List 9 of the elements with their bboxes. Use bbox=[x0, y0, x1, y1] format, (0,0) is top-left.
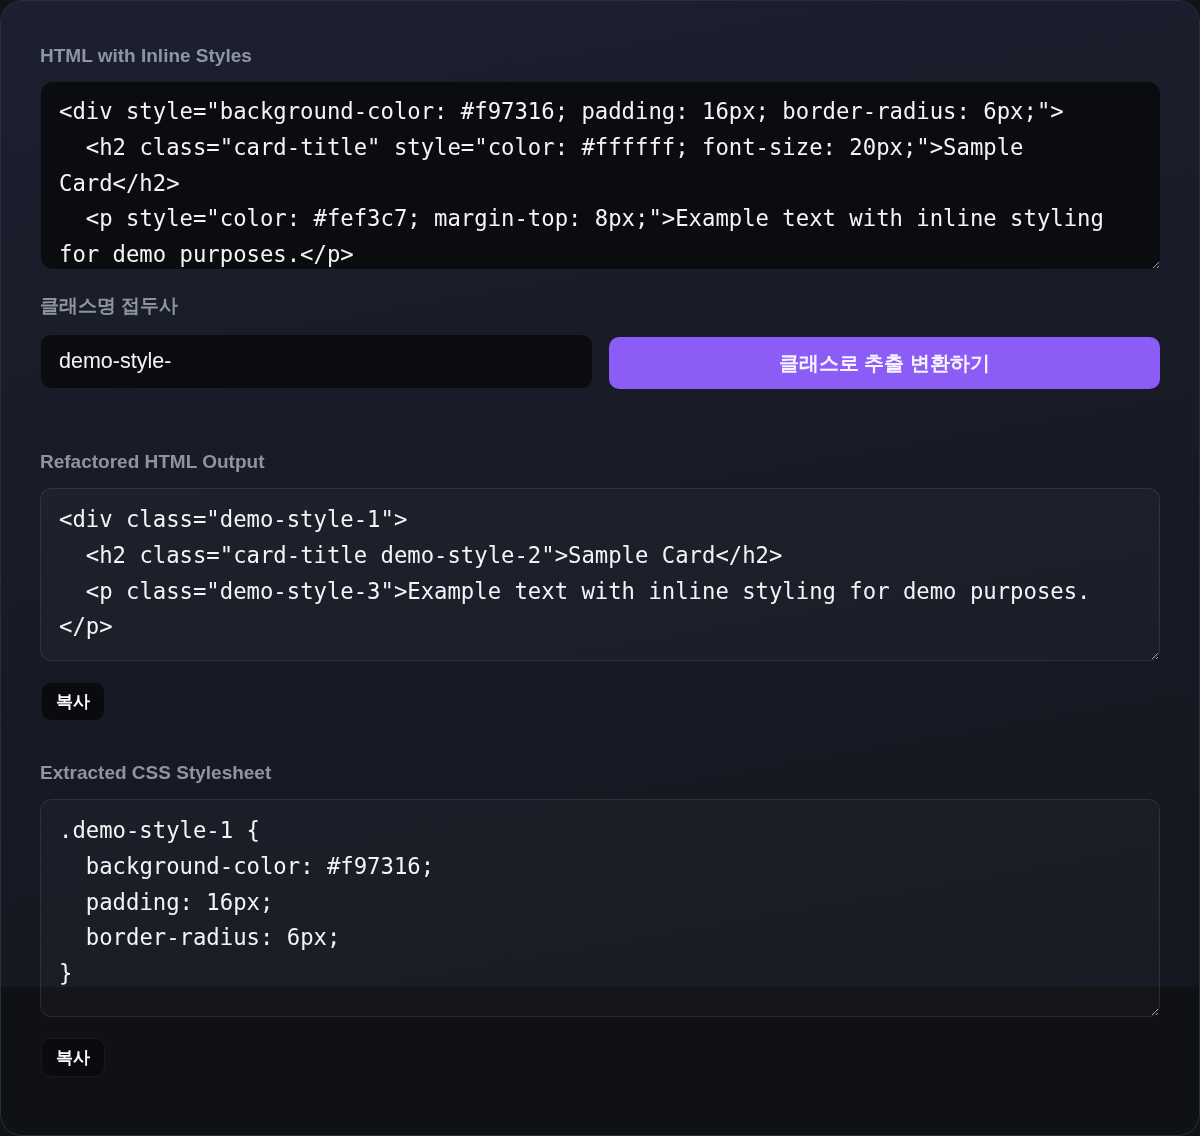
section-label: HTML with Inline Styles bbox=[40, 44, 252, 68]
convert-button[interactable]: 클래스로 추출 변환하기 bbox=[608, 337, 1160, 389]
html-input-field[interactable]: <div style="background-color: #f97316; padding: 16px; border-radius: 6px;"> <h2 class="card-title" style="color: #ffffff; font-size: 20px;">Sample Card</h2> <p style="color: #fef3c7; margin-top: 8px;">Example text with inline styling for demo purposes.</p> bbox=[41, 82, 1160, 269]
section-label: Refactored HTML Output bbox=[40, 450, 265, 474]
prefix-input-field[interactable]: demo-style- bbox=[41, 335, 592, 388]
copy-button[interactable]: 복사 bbox=[41, 682, 105, 721]
copy-button[interactable]: 복사 bbox=[41, 1038, 105, 1077]
field-label: 클래스명 접두사 bbox=[40, 294, 179, 318]
section-label: Extracted CSS Stylesheet bbox=[40, 761, 272, 785]
